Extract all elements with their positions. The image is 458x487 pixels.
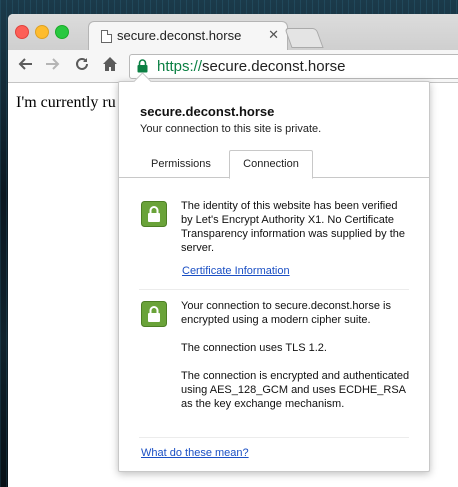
home-icon[interactable] bbox=[102, 56, 118, 75]
encryption-paragraph-1: Your connection to secure.deconst.horse … bbox=[181, 300, 391, 326]
url-host: secure.deconst.horse bbox=[202, 58, 346, 75]
popup-site-name: secure.deconst.horse bbox=[140, 104, 275, 119]
url-scheme: https:// bbox=[157, 58, 203, 75]
browser-tab[interactable]: secure.deconst.horse ✕ bbox=[88, 21, 288, 51]
address-bar[interactable]: https://secure.deconst.horse bbox=[129, 54, 458, 79]
url-text[interactable]: https://secure.deconst.horse bbox=[157, 58, 345, 75]
encryption-paragraph-2: The connection uses TLS 1.2. bbox=[181, 342, 327, 354]
back-arrow-icon[interactable] bbox=[17, 56, 33, 75]
shield-lock-icon bbox=[141, 301, 167, 327]
certificate-information-link[interactable]: Certificate Information bbox=[182, 265, 290, 277]
site-info-popup: secure.deconst.horse Your connection to … bbox=[118, 72, 430, 472]
page-content-text: I'm currently ru bbox=[16, 94, 116, 111]
popup-site-status: Your connection to this site is private. bbox=[140, 123, 322, 135]
tab-permissions[interactable]: Permissions bbox=[151, 158, 211, 170]
identity-text: The identity of this website has been ve… bbox=[181, 200, 405, 254]
minimize-window-button[interactable] bbox=[35, 25, 49, 39]
document-icon bbox=[101, 30, 112, 43]
encryption-paragraph-3: The connection is encrypted and authenti… bbox=[181, 370, 410, 410]
tab-title: secure.deconst.horse bbox=[117, 28, 242, 43]
toolbar: https://secure.deconst.horse bbox=[8, 50, 458, 83]
reload-icon[interactable] bbox=[74, 56, 90, 75]
tab-connection[interactable]: Connection bbox=[229, 150, 313, 179]
zoom-window-button[interactable] bbox=[55, 25, 69, 39]
encryption-details: Your connection to secure.deconst.horse … bbox=[181, 299, 411, 425]
section-divider bbox=[139, 289, 409, 290]
section-divider bbox=[139, 437, 409, 438]
shield-lock-icon bbox=[141, 201, 167, 227]
what-do-these-mean-link[interactable]: What do these mean? bbox=[141, 447, 249, 459]
new-tab-button[interactable] bbox=[284, 28, 324, 48]
lock-icon[interactable] bbox=[137, 59, 148, 73]
forward-arrow-icon[interactable] bbox=[45, 56, 61, 75]
tab-strip: secure.deconst.horse ✕ bbox=[8, 14, 458, 51]
close-window-button[interactable] bbox=[15, 25, 29, 39]
close-icon[interactable]: ✕ bbox=[268, 27, 279, 43]
